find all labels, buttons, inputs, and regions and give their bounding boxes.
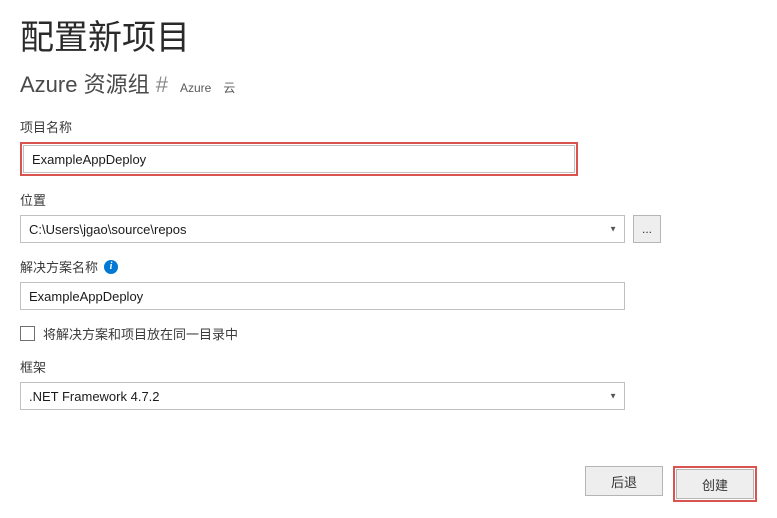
project-type-subtitle: Azure 资源组 # xyxy=(20,67,168,99)
solution-name-label: 解决方案名称 i xyxy=(20,257,757,276)
page-title: 配置新项目 xyxy=(20,10,757,59)
solution-name-input[interactable] xyxy=(20,282,625,310)
project-name-input[interactable] xyxy=(23,145,575,173)
framework-select[interactable] xyxy=(20,382,625,410)
project-name-highlight xyxy=(20,142,578,176)
same-directory-checkbox[interactable] xyxy=(20,326,35,341)
tag-cloud: 云 xyxy=(223,79,235,96)
location-group: 位置 ▼ ... xyxy=(20,190,757,243)
solution-name-group: 解决方案名称 i xyxy=(20,257,757,310)
framework-label: 框架 xyxy=(20,357,757,376)
same-directory-label: 将解决方案和项目放在同一目录中 xyxy=(43,324,238,343)
same-directory-row: 将解决方案和项目放在同一目录中 xyxy=(20,324,757,343)
location-select-wrap: ▼ xyxy=(20,215,625,243)
info-icon: i xyxy=(104,260,118,274)
subtitle-row: Azure 资源组 # Azure 云 xyxy=(20,67,757,99)
browse-button[interactable]: ... xyxy=(633,215,661,243)
back-button[interactable]: 后退 xyxy=(585,466,663,496)
project-name-label: 项目名称 xyxy=(20,117,757,136)
project-name-group: 项目名称 xyxy=(20,117,757,176)
footer-buttons: 后退 创建 xyxy=(585,466,757,502)
location-input[interactable] xyxy=(20,215,625,243)
create-button[interactable]: 创建 xyxy=(676,469,754,499)
framework-group: 框架 ▼ xyxy=(20,357,757,410)
framework-select-wrap: ▼ xyxy=(20,382,625,410)
tag-azure: Azure xyxy=(180,81,211,95)
create-button-highlight: 创建 xyxy=(673,466,757,502)
location-label: 位置 xyxy=(20,190,757,209)
